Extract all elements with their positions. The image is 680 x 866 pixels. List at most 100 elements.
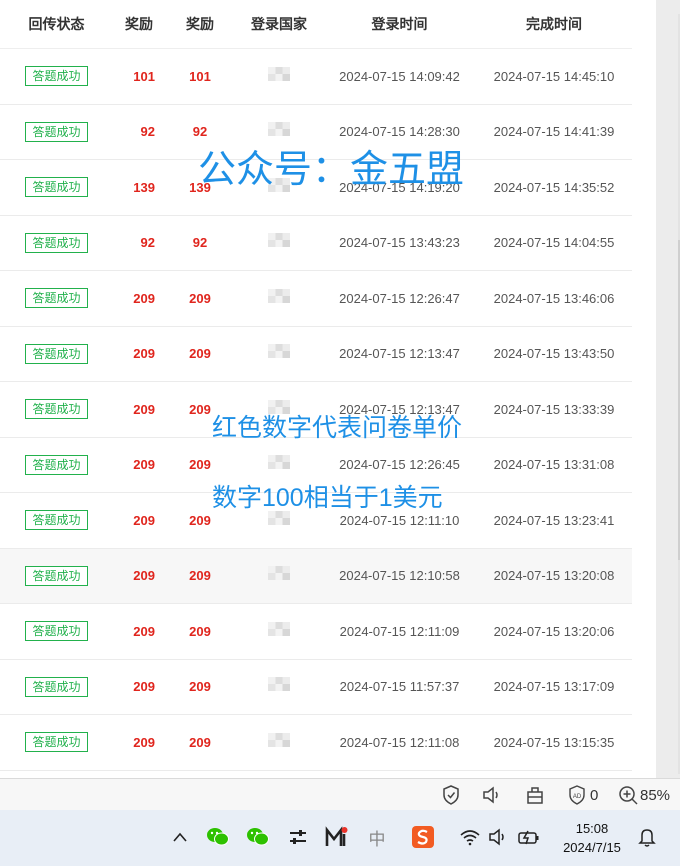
taskbar-clock[interactable]: 15:08 2024/7/15 <box>552 819 632 857</box>
table-row[interactable]: 答题成功 92 92 2024-07-15 13:43:23 2024-07-15 14… <box>0 216 632 271</box>
table-row[interactable]: 答题成功 209 209 2024-07-15 12:10:58 2024-07-15 … <box>0 548 632 604</box>
country-cell <box>235 66 323 86</box>
volume-icon[interactable] <box>486 824 512 850</box>
header-status[interactable]: 回传状态 <box>0 14 113 34</box>
redacted-country-flag <box>268 566 290 581</box>
mail-app-icon[interactable] <box>324 824 350 850</box>
browser-viewport: 回传状态 奖励 奖励 登录国家 登录时间 完成时间 答题成功 101 101 2024… <box>0 0 656 778</box>
country-cell <box>235 677 323 696</box>
reward-b-cell: 209 <box>189 679 211 695</box>
done-time-cell: 2024-07-15 13:31:08 <box>493 457 615 473</box>
zoom-icon <box>619 786 638 805</box>
wechat-work-icon[interactable] <box>245 824 271 850</box>
sliders-icon[interactable] <box>285 824 311 850</box>
reward-b-cell: 92 <box>192 235 208 251</box>
table-row[interactable]: 答题成功 209 209 2024-07-15 12:11:09 2024-07-15 … <box>0 604 632 660</box>
status-cell: 答题成功 <box>0 399 113 420</box>
login-time-cell: 2024-07-15 14:28:30 <box>339 124 460 140</box>
status-badge: 答题成功 <box>25 565 88 586</box>
header-reward-a[interactable]: 奖励 <box>113 14 165 34</box>
done-time-cell: 2024-07-15 13:15:35 <box>493 734 615 750</box>
status-badge: 答题成功 <box>25 343 88 364</box>
reward-a-cell: 101 <box>133 68 155 84</box>
reward-b-cell: 209 <box>189 568 211 584</box>
ad-block-indicator[interactable]: AD 0 <box>567 784 598 806</box>
reward-a-cell: 209 <box>133 623 155 639</box>
redacted-country-flag <box>268 233 290 248</box>
shield-icon[interactable] <box>442 784 460 806</box>
status-badge: 答题成功 <box>25 399 88 420</box>
ime-icon[interactable]: 中 <box>364 824 390 850</box>
reward-b-cell: 209 <box>189 457 211 473</box>
country-cell <box>235 621 323 641</box>
bell-icon[interactable] <box>634 824 660 850</box>
status-cell: 答题成功 <box>0 66 113 87</box>
status-cell: 答题成功 <box>0 177 113 198</box>
reward-a-cell: 139 <box>133 179 155 195</box>
login-time-cell: 2024-07-15 11:57:37 <box>339 679 460 695</box>
reward-a-cell: 209 <box>133 734 155 750</box>
done-time-cell: 2024-07-15 13:23:41 <box>493 512 615 528</box>
done-time-cell: 2024-07-15 13:33:39 <box>493 401 615 417</box>
watermark-note-rate: 数字100相当于1美元 <box>212 484 443 512</box>
reward-b-cell: 209 <box>189 290 211 306</box>
reward-b-cell: 92 <box>192 124 208 140</box>
status-cell: 答题成功 <box>0 232 113 253</box>
status-cell: 答题成功 <box>0 343 113 364</box>
header-reward-b[interactable]: 奖励 <box>165 14 235 34</box>
redacted-country-flag <box>268 122 290 137</box>
extension-icon[interactable] <box>525 784 545 806</box>
chevron-up-icon[interactable] <box>167 824 193 850</box>
sogou-input-icon[interactable] <box>410 824 436 850</box>
country-cell <box>235 455 323 474</box>
reward-a-cell: 92 <box>140 235 155 251</box>
vertical-scrollbar[interactable] <box>656 0 680 778</box>
country-cell <box>235 566 323 585</box>
reward-b-cell: 209 <box>189 734 211 750</box>
table-header: 回传状态 奖励 奖励 登录国家 登录时间 完成时间 <box>0 0 632 49</box>
redacted-country-flag <box>268 288 290 303</box>
header-country[interactable]: 登录国家 <box>235 14 323 34</box>
reward-a-cell: 209 <box>133 346 155 362</box>
status-badge: 答题成功 <box>25 66 88 87</box>
wechat-icon[interactable] <box>205 824 231 850</box>
zoom-control[interactable]: 85% <box>618 784 670 806</box>
header-login-time[interactable]: 登录时间 <box>323 14 476 34</box>
speaker-icon[interactable] <box>481 784 503 806</box>
table-row[interactable]: 答题成功 101 101 2024-07-15 14:09:42 2024-07-15 … <box>0 49 632 105</box>
redacted-country-flag <box>268 455 290 470</box>
battery-charging-icon[interactable] <box>516 824 542 850</box>
status-cell: 答题成功 <box>0 121 113 142</box>
reward-b-cell: 101 <box>189 68 211 84</box>
login-time-cell: 2024-07-15 12:26:45 <box>339 457 460 473</box>
status-cell: 答题成功 <box>0 454 113 475</box>
table-row[interactable]: 答题成功 209 209 2024-07-15 11:57:37 2024-07-15 … <box>0 660 632 715</box>
done-time-cell: 2024-07-15 13:17:09 <box>493 679 615 695</box>
table-row[interactable]: 答题成功 209 209 2024-07-15 12:11:08 2024-07-15 … <box>0 715 632 771</box>
table-row[interactable]: 答题成功 209 209 2024-07-15 12:26:47 2024-07-15 … <box>0 271 632 327</box>
watermark-account: 公众号：金五盟 <box>198 149 465 191</box>
header-done-time[interactable]: 完成时间 <box>476 14 632 34</box>
ad-block-icon: AD <box>569 785 585 805</box>
done-time-cell: 2024-07-15 13:46:06 <box>493 290 615 306</box>
done-time-cell: 2024-07-15 14:41:39 <box>493 124 615 140</box>
status-badge: 答题成功 <box>25 676 88 697</box>
status-cell: 答题成功 <box>0 565 113 586</box>
status-badge: 答题成功 <box>25 454 88 475</box>
table-row[interactable]: 答题成功 209 209 2024-07-15 12:13:47 2024-07-15 … <box>0 327 632 382</box>
reward-a-cell: 209 <box>133 679 155 695</box>
status-cell: 答题成功 <box>0 288 113 309</box>
reward-a-cell: 209 <box>133 512 155 528</box>
status-badge: 答题成功 <box>25 232 88 253</box>
reward-a-cell: 209 <box>133 568 155 584</box>
wifi-icon[interactable] <box>457 824 483 850</box>
country-cell <box>235 732 323 752</box>
status-badge: 答题成功 <box>25 288 88 309</box>
login-time-cell: 2024-07-15 12:11:10 <box>339 512 460 528</box>
redacted-country-flag <box>268 621 290 636</box>
redacted-country-flag <box>268 732 290 747</box>
country-cell <box>235 288 323 308</box>
status-badge: 答题成功 <box>25 510 88 531</box>
status-cell: 答题成功 <box>0 732 113 753</box>
login-time-cell: 2024-07-15 12:11:08 <box>339 734 460 750</box>
